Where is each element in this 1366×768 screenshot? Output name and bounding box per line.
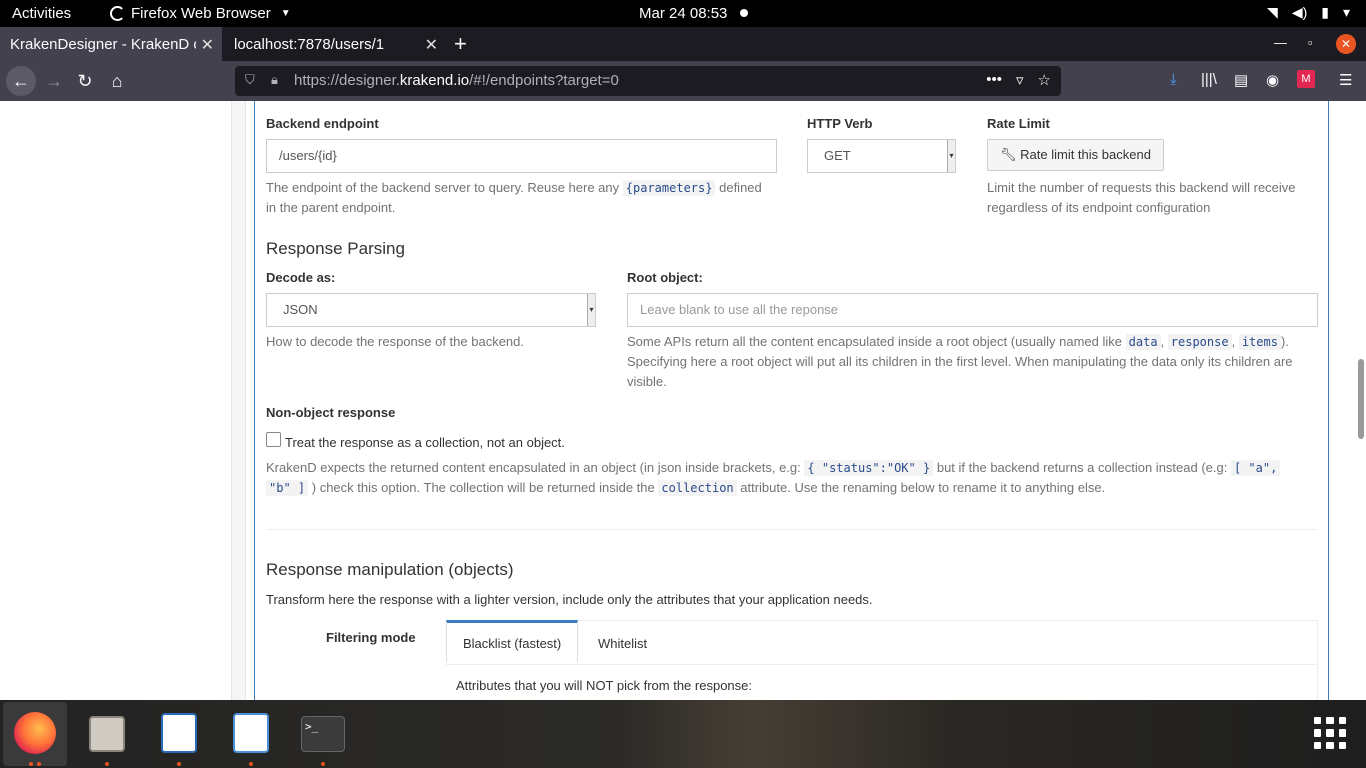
dock: >_	[0, 700, 1366, 768]
text-editor-icon	[233, 713, 269, 753]
new-tab-icon[interactable]: +	[454, 31, 467, 57]
dock-terminal[interactable]: >_	[291, 702, 355, 766]
filtering-mode-label: Filtering mode	[326, 630, 416, 645]
filtering-tabs-container: Blacklist (fastest) Whitelist Attributes…	[446, 620, 1318, 700]
system-menu-caret-icon: ▾	[1342, 4, 1350, 20]
close-tab-icon[interactable]: ✕	[201, 35, 214, 55]
wrench-icon: 🔧︎	[1000, 147, 1017, 162]
running-indicator	[177, 762, 181, 766]
home-icon[interactable]: ⌂	[105, 69, 129, 93]
scrollbar-thumb[interactable]	[1358, 359, 1364, 439]
backend-endpoint-input[interactable]: /users/{id}	[266, 139, 777, 173]
response-manipulation-heading: Response manipulation (objects)	[266, 560, 514, 579]
battery-icon: ▮	[1321, 4, 1329, 20]
firefox-icon	[14, 712, 56, 754]
root-object-help: Some APIs return all the content encapsu…	[627, 334, 1293, 389]
clock[interactable]: Mar 24 08:53	[639, 5, 727, 22]
close-window-icon[interactable]: ✕	[1336, 34, 1356, 54]
response-manipulation-subtitle: Transform here the response with a light…	[266, 592, 873, 607]
tab-krakendesigner[interactable]: KrakenDesigner - KrakenD c ✕	[0, 27, 222, 61]
show-applications-icon[interactable]	[1314, 717, 1346, 749]
tab-title: KrakenDesigner - KrakenD c	[10, 35, 196, 53]
dock-firefox[interactable]	[3, 702, 67, 766]
dock-writer[interactable]	[147, 702, 211, 766]
backend-endpoint-label: Backend endpoint	[266, 116, 379, 131]
backend-panel: Backend endpoint /users/{id} The endpoin…	[254, 101, 1329, 700]
navigation-toolbar: ← → ↻ ⌂ ⛉ 🔒︎ https://designer.krakend.io…	[0, 61, 1366, 101]
pocket-icon[interactable]: ▿	[1016, 71, 1024, 89]
downloads-icon[interactable]: ⤓	[1170, 71, 1177, 88]
rate-limit-label: Rate Limit	[987, 116, 1050, 131]
parameters-code: {parameters}	[622, 180, 716, 196]
select-arrow-icon: ▾	[947, 140, 955, 172]
page-viewport: Backend endpoint /users/{id} The endpoin…	[0, 101, 1366, 700]
root-object-label: Root object:	[627, 270, 703, 285]
non-object-help: KrakenD expects the returned content enc…	[266, 458, 1311, 498]
tab-strip: KrakenDesigner - KrakenD c ✕ localhost:7…	[0, 27, 1366, 61]
app-menu[interactable]: Firefox Web Browser ▼	[110, 5, 291, 22]
collection-checkbox[interactable]	[266, 432, 281, 447]
system-tray[interactable]: ◥ ◀) ▮ ▾	[1267, 4, 1350, 21]
tab-whitelist[interactable]: Whitelist	[582, 623, 663, 665]
select-arrow-icon: ▾	[587, 294, 595, 326]
extension-icon[interactable]: M	[1297, 70, 1315, 88]
tab-localhost[interactable]: localhost:7878/users/1 ✕	[224, 27, 446, 61]
url-text[interactable]: https://designer.krakend.io/#!/endpoints…	[294, 72, 619, 89]
library-icon[interactable]: |||\	[1201, 71, 1217, 88]
account-icon[interactable]: ◉	[1266, 71, 1279, 89]
running-indicator	[37, 762, 41, 766]
decode-as-select[interactable]: JSON ▾	[266, 293, 596, 327]
back-icon[interactable]: ←	[6, 66, 36, 96]
close-tab-icon[interactable]: ✕	[425, 35, 438, 55]
bookmark-star-icon[interactable]: ☆	[1038, 71, 1051, 89]
reload-icon[interactable]: ↻	[73, 69, 97, 93]
shield-icon[interactable]: ⛉	[245, 72, 255, 88]
caret-down-icon: ▼	[280, 8, 291, 19]
files-icon	[89, 716, 125, 752]
page-scrollbar[interactable]	[1354, 101, 1366, 700]
decode-as-help: How to decode the response of the backen…	[266, 334, 525, 349]
minimize-icon[interactable]: —	[1274, 35, 1287, 50]
app-name: Firefox Web Browser	[131, 5, 271, 22]
column-divider	[231, 101, 246, 700]
running-indicator	[105, 762, 109, 766]
backend-endpoint-help: The endpoint of the backend server to qu…	[266, 180, 762, 215]
running-indicator	[29, 762, 33, 766]
http-verb-select[interactable]: GET ▾	[807, 139, 956, 173]
terminal-icon: >_	[301, 716, 345, 752]
tab-blacklist[interactable]: Blacklist (fastest)	[446, 620, 579, 662]
collection-checkbox-label[interactable]: Treat the response as a collection, not …	[285, 435, 565, 450]
hamburger-menu-icon[interactable]: ☰	[1339, 71, 1352, 89]
section-divider	[266, 529, 1318, 530]
rate-limit-button[interactable]: 🔧︎ Rate limit this backend	[987, 139, 1164, 171]
volume-icon: ◀)	[1291, 4, 1308, 20]
tab-title: localhost:7878/users/1	[234, 35, 385, 53]
wifi-icon: ◥	[1267, 4, 1278, 20]
activities-button[interactable]: Activities	[12, 5, 71, 22]
dock-text-editor[interactable]	[219, 702, 283, 766]
page-actions-icon[interactable]: •••	[986, 71, 1002, 89]
notification-dot-icon	[740, 9, 748, 17]
dock-files[interactable]	[75, 702, 139, 766]
forward-icon[interactable]: →	[42, 69, 66, 93]
http-verb-label: HTTP Verb	[807, 116, 873, 131]
left-column	[0, 101, 231, 700]
maximize-icon[interactable]: ▫	[1308, 35, 1313, 50]
running-indicator	[321, 762, 325, 766]
root-object-input[interactable]: Leave blank to use all the reponse	[627, 293, 1318, 327]
sidebar-icon[interactable]: ▤	[1234, 71, 1248, 89]
system-top-bar: Activities Firefox Web Browser ▼ Mar 24 …	[0, 0, 1366, 27]
response-parsing-heading: Response Parsing	[266, 239, 405, 258]
writer-icon	[161, 713, 197, 753]
firefox-icon	[110, 6, 125, 21]
decode-as-label: Decode as:	[266, 270, 336, 285]
lock-icon[interactable]: 🔒︎	[271, 72, 278, 88]
url-bar[interactable]: ⛉ 🔒︎ https://designer.krakend.io/#!/endp…	[235, 66, 1061, 96]
blacklist-help: Attributes that you will NOT pick from t…	[456, 678, 752, 693]
running-indicator	[249, 762, 253, 766]
tab-divider	[446, 664, 1318, 665]
rate-limit-help: Limit the number of requests this backen…	[987, 180, 1296, 215]
non-object-label: Non-object response	[266, 405, 396, 420]
